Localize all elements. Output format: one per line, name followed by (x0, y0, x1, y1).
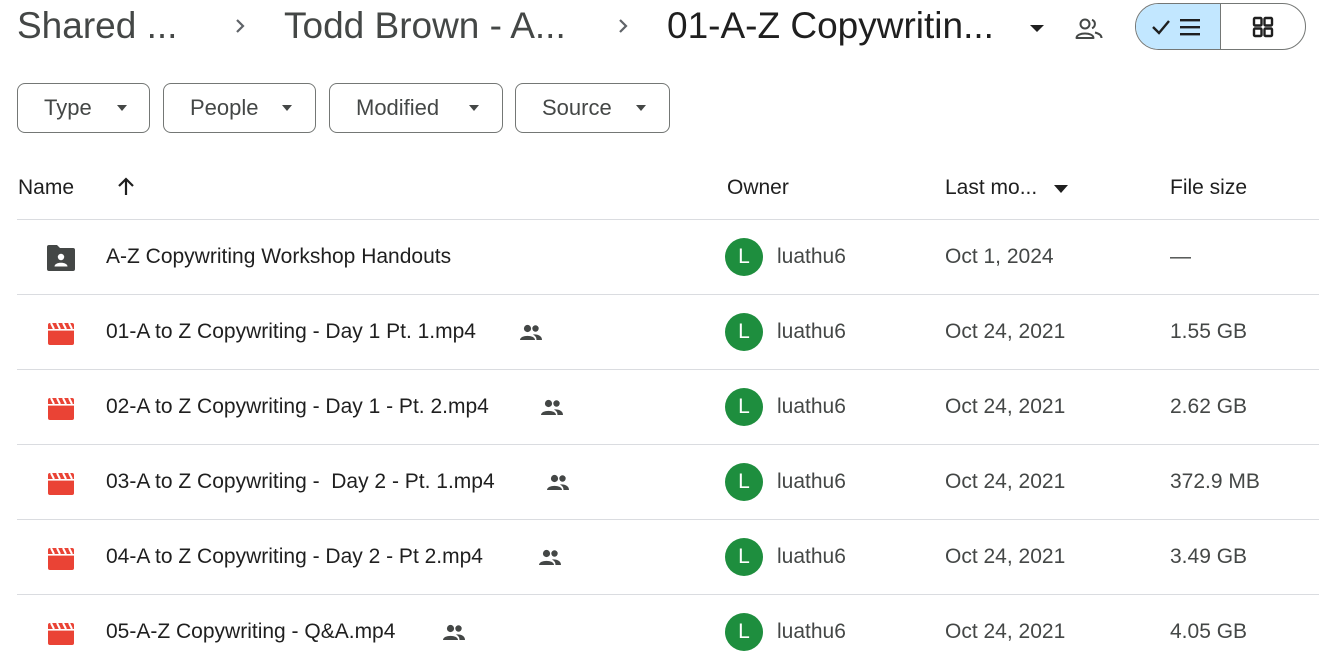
people-icon (520, 324, 542, 340)
video-file-icon (48, 622, 74, 645)
filter-source-chip[interactable]: Source (515, 83, 670, 133)
file-name: 04-A to Z Copywriting - Day 2 - Pt 2.mp4 (106, 545, 483, 568)
column-header-owner[interactable]: Owner (727, 170, 789, 206)
avatar: L (725, 388, 763, 426)
filter-type-label: Type (44, 95, 92, 120)
arrow-drop-down-icon (117, 105, 127, 111)
file-row[interactable]: A-Z Copywriting Workshop Handouts L luat… (17, 220, 1319, 295)
owner-name: luathu6 (777, 245, 846, 268)
file-name: 02-A to Z Copywriting - Day 1 - Pt. 2.mp… (106, 395, 489, 418)
last-modified-date: Oct 1, 2024 (945, 245, 1054, 268)
file-row[interactable]: 01-A to Z Copywriting - Day 1 Pt. 1.mp4 … (17, 295, 1319, 370)
video-file-icon (48, 472, 74, 495)
avatar: L (725, 613, 763, 651)
chevron-right-icon (619, 19, 628, 33)
arrow-drop-down-icon (636, 105, 646, 111)
video-file-icon (48, 397, 74, 420)
owner-name: luathu6 (777, 470, 846, 493)
file-size: 4.05 GB (1170, 620, 1248, 643)
grid-icon (1252, 16, 1274, 38)
breadcrumb: Shared ... Todd Brown - A... 01-A-Z Copy… (0, 0, 1319, 56)
view-toggle (1135, 3, 1306, 50)
column-header-file-size[interactable]: File size (1170, 170, 1247, 206)
arrow-drop-down-icon (469, 105, 479, 111)
check-list-icon (1152, 19, 1200, 36)
file-row[interactable]: 02-A to Z Copywriting - Day 1 - Pt. 2.mp… (17, 370, 1319, 445)
video-file-icon (48, 547, 74, 570)
people-icon (539, 549, 561, 565)
arrow-drop-down-icon[interactable] (1025, 16, 1049, 40)
file-name: 03-A to Z Copywriting - Day 2 - Pt. 1.mp… (106, 470, 495, 493)
avatar: L (725, 538, 763, 576)
file-row[interactable]: 03-A to Z Copywriting - Day 2 - Pt. 1.mp… (17, 445, 1319, 520)
file-size: 1.55 GB (1170, 320, 1248, 343)
filter-modified-chip[interactable]: Modified (329, 83, 503, 133)
chevron-right-icon (236, 19, 245, 33)
drive-file-list-page: Shared ... Todd Brown - A... 01-A-Z Copy… (0, 0, 1319, 664)
people-outline-icon[interactable] (1074, 14, 1104, 44)
people-icon (541, 399, 563, 415)
file-row[interactable]: 05-A-Z Copywriting - Q&A.mp4 L luathu6 O… (17, 595, 1319, 664)
owner-name: luathu6 (777, 320, 846, 343)
file-size: — (1170, 245, 1191, 268)
last-modified-date: Oct 24, 2021 (945, 320, 1066, 343)
breadcrumb-item-todd-brown[interactable]: Todd Brown - A... (284, 4, 566, 48)
arrow-drop-down-icon (282, 105, 292, 111)
file-size: 2.62 GB (1170, 395, 1248, 418)
file-name: A-Z Copywriting Workshop Handouts (106, 245, 452, 268)
file-size: 372.9 MB (1170, 470, 1260, 493)
column-header-last-modified[interactable]: Last mo... (945, 170, 1037, 206)
filter-people-chip[interactable]: People (163, 83, 316, 133)
file-size: 3.49 GB (1170, 545, 1248, 568)
people-icon (547, 474, 569, 490)
shared-folder-icon (47, 245, 75, 271)
filter-source-label: Source (542, 95, 612, 120)
file-name: 05-A-Z Copywriting - Q&A.mp4 (106, 620, 396, 643)
avatar: L (725, 313, 763, 351)
breadcrumb-item-shared[interactable]: Shared ... (17, 4, 177, 48)
arrow-drop-down-icon[interactable] (1053, 181, 1069, 197)
people-icon (443, 624, 465, 640)
column-header-name[interactable]: Name (18, 170, 74, 206)
file-name: 01-A to Z Copywriting - Day 1 Pt. 1.mp4 (106, 320, 476, 343)
filter-type-chip[interactable]: Type (17, 83, 150, 133)
owner-name: luathu6 (777, 545, 846, 568)
last-modified-date: Oct 24, 2021 (945, 470, 1066, 493)
last-modified-date: Oct 24, 2021 (945, 620, 1066, 643)
grid-view-button[interactable] (1221, 4, 1305, 49)
last-modified-date: Oct 24, 2021 (945, 395, 1066, 418)
avatar: L (725, 463, 763, 501)
owner-name: luathu6 (777, 395, 846, 418)
filter-modified-label: Modified (356, 95, 440, 120)
last-modified-date: Oct 24, 2021 (945, 545, 1066, 568)
avatar: L (725, 238, 763, 276)
file-row[interactable]: 04-A to Z Copywriting - Day 2 - Pt 2.mp4… (17, 520, 1319, 595)
filter-people-label: People (190, 95, 259, 120)
list-view-button[interactable] (1136, 4, 1221, 49)
owner-name: luathu6 (777, 620, 846, 643)
breadcrumb-item-current-folder[interactable]: 01-A-Z Copywritin... (667, 4, 994, 48)
video-file-icon (48, 322, 74, 345)
arrow-up-icon[interactable] (113, 174, 139, 200)
